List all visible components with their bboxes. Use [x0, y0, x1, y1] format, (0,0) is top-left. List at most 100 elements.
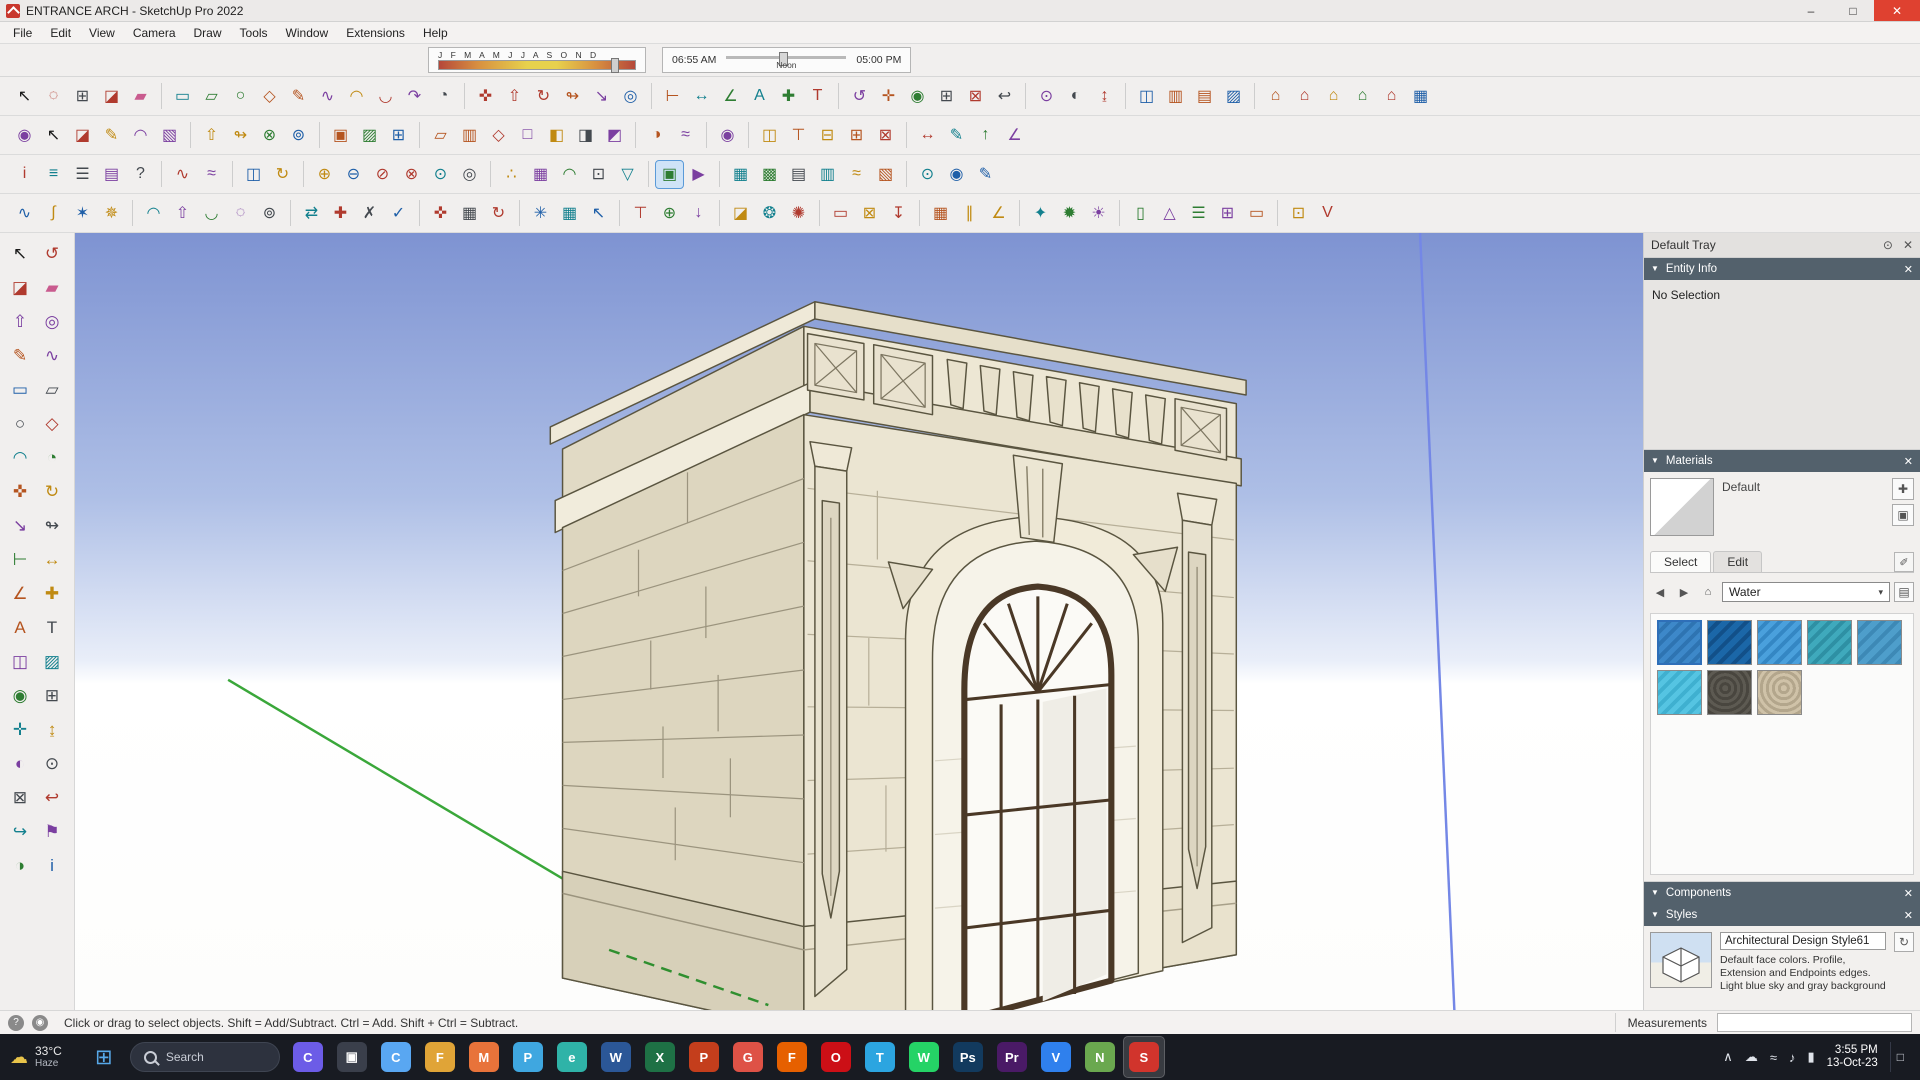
extension-warehouse-icon[interactable]: ⌂ [1291, 83, 1318, 110]
intersect-faces-icon[interactable]: ⊗ [256, 122, 283, 149]
round-corner-icon[interactable]: ◠ [140, 200, 167, 227]
move-icon[interactable]: ✜ [5, 477, 35, 507]
color-wheel-icon[interactable]: ❂ [756, 200, 783, 227]
search-warehouse-icon[interactable]: ◉ [714, 122, 741, 149]
orbit-icon[interactable]: ↺ [846, 83, 873, 110]
walk-icon[interactable]: ↨ [1091, 83, 1118, 110]
back-arrow-icon[interactable]: ◀ [1650, 582, 1670, 602]
tape-measure-icon[interactable]: ⊢ [5, 545, 35, 575]
polyline-3d-icon[interactable]: ∫ [40, 200, 67, 227]
selection-toys-icon[interactable]: ↖ [585, 200, 612, 227]
top-view-icon[interactable]: ⊤ [785, 122, 812, 149]
shadow-date-slider[interactable]: J F M A M J J A S O N D [438, 50, 636, 73]
entity-info-header[interactable]: ▼ Entity Info ✕ [1644, 258, 1920, 280]
outer-shell-icon[interactable]: ⊚ [285, 122, 312, 149]
dimensions-icon[interactable]: ↔ [37, 545, 67, 575]
menu-camera[interactable]: Camera [124, 22, 185, 43]
details-button[interactable]: ▤ [1894, 582, 1914, 602]
in-model-icon[interactable]: ⌂ [1698, 582, 1718, 602]
align-icon[interactable]: ⊤ [627, 200, 654, 227]
leader-text-icon[interactable]: ✎ [943, 122, 970, 149]
menu-extensions[interactable]: Extensions [337, 22, 414, 43]
pin-icon[interactable]: ⊙ [1883, 238, 1893, 252]
preview-camera-icon[interactable]: ◉ [943, 161, 970, 188]
drape-icon[interactable]: ▽ [614, 161, 641, 188]
texture-brick-icon[interactable]: ▦ [727, 161, 754, 188]
smart-dimension-icon[interactable]: ↔ [914, 122, 941, 149]
volume-measure-icon[interactable]: V [1314, 200, 1341, 227]
zoom-extents-icon[interactable]: ⊠ [962, 83, 989, 110]
text-icon[interactable]: A [746, 83, 773, 110]
taskbar-clock[interactable]: 3:55 PM 13-Oct-23 [1827, 1044, 1878, 1070]
two-point-arc-icon[interactable]: ◡ [372, 83, 399, 110]
solid-union-icon[interactable]: ⊕ [311, 161, 338, 188]
monochrome-icon[interactable]: ◩ [601, 122, 628, 149]
onedrive-icon[interactable]: ☁ [1745, 1049, 1758, 1065]
select-icon[interactable]: ↖ [11, 83, 38, 110]
tab-edit[interactable]: Edit [1713, 551, 1763, 572]
line-icon[interactable]: ✎ [285, 83, 312, 110]
offset-icon[interactable]: ◎ [617, 83, 644, 110]
soap-skin-icon[interactable]: ◌ [227, 200, 254, 227]
share-component-icon[interactable]: ⌂ [1349, 83, 1376, 110]
move-icon[interactable]: ✜ [472, 83, 499, 110]
model-info-icon[interactable]: i [37, 851, 67, 881]
zoom-extents-icon[interactable]: ⊠ [5, 783, 35, 813]
taskbar-vscode[interactable]: V [1036, 1037, 1076, 1077]
solid-subtract-icon[interactable]: ⊖ [340, 161, 367, 188]
entity-info-toggle-icon[interactable]: i [11, 161, 38, 188]
paint-plus-icon[interactable]: ◪ [727, 200, 754, 227]
import-file-icon[interactable]: ↧ [885, 200, 912, 227]
components-close-icon[interactable]: ✕ [1904, 887, 1913, 900]
render-scene-icon[interactable]: ✦ [1027, 200, 1054, 227]
position-texture-icon[interactable]: ⊞ [385, 122, 412, 149]
follow-me-icon[interactable]: ↬ [37, 511, 67, 541]
sun-position-icon[interactable]: ☀ [1085, 200, 1112, 227]
from-contours-icon[interactable]: ∴ [498, 161, 525, 188]
add-location-icon[interactable]: ⚑ [37, 817, 67, 847]
water-sky-swatch[interactable] [1757, 620, 1802, 665]
smoove-icon[interactable]: ◠ [556, 161, 583, 188]
arc-icon[interactable]: ◠ [5, 443, 35, 473]
next-view-icon[interactable]: ↪ [5, 817, 35, 847]
orbit-icon[interactable]: ↺ [37, 239, 67, 269]
viewport[interactable] [75, 233, 1643, 1010]
freehand-icon[interactable]: ∿ [37, 341, 67, 371]
line-icon[interactable]: ✎ [5, 341, 35, 371]
select-arrow-icon[interactable]: ↖ [40, 122, 67, 149]
shaded-icon[interactable]: ◧ [543, 122, 570, 149]
share-model-icon[interactable]: ⌂ [1320, 83, 1347, 110]
3d-warehouse-icon[interactable]: ⌂ [1262, 83, 1289, 110]
pencil-line-icon[interactable]: ✎ [98, 122, 125, 149]
tab-select[interactable]: Select [1650, 551, 1712, 572]
weld-icon[interactable]: ✚ [327, 200, 354, 227]
wall-tool-icon[interactable]: ▯ [1127, 200, 1154, 227]
menu-draw[interactable]: Draw [185, 22, 231, 43]
polygon-icon[interactable]: ◇ [37, 409, 67, 439]
zoom-window-icon[interactable]: ⊞ [933, 83, 960, 110]
section-cuts-icon[interactable]: ▤ [1191, 83, 1218, 110]
roof-tool-icon[interactable]: △ [1156, 200, 1183, 227]
3d-text-icon[interactable]: T [804, 83, 831, 110]
edit-texture-icon[interactable]: ▨ [356, 122, 383, 149]
iso-view-icon[interactable]: ◫ [756, 122, 783, 149]
style-preview-thumbnail[interactable] [1650, 932, 1712, 988]
offset-icon[interactable]: ◎ [37, 307, 67, 337]
section-fill-icon[interactable]: ▨ [1220, 83, 1247, 110]
zoom-icon[interactable]: ◉ [904, 83, 931, 110]
angle-protractor-icon[interactable]: ∠ [985, 200, 1012, 227]
taskbar-whatsapp[interactable]: W [904, 1037, 944, 1077]
zoom-window-icon[interactable]: ⊞ [37, 681, 67, 711]
axes-icon[interactable]: ✚ [775, 83, 802, 110]
weather-widget[interactable]: ☁ 33°C Haze [10, 1045, 62, 1070]
menu-edit[interactable]: Edit [41, 22, 80, 43]
front-view-icon[interactable]: ⊟ [814, 122, 841, 149]
water-blue-swatch[interactable] [1657, 620, 1702, 665]
section-plane-icon[interactable]: ◫ [1133, 83, 1160, 110]
arc-icon[interactable]: ◠ [343, 83, 370, 110]
array-copy-icon[interactable]: ▦ [456, 200, 483, 227]
gravel-tan-swatch[interactable] [1757, 670, 1802, 715]
axes-icon[interactable]: ✚ [37, 579, 67, 609]
geolocation-icon[interactable]: ◉ [32, 1014, 48, 1031]
section-display-icon[interactable]: ▥ [1162, 83, 1189, 110]
